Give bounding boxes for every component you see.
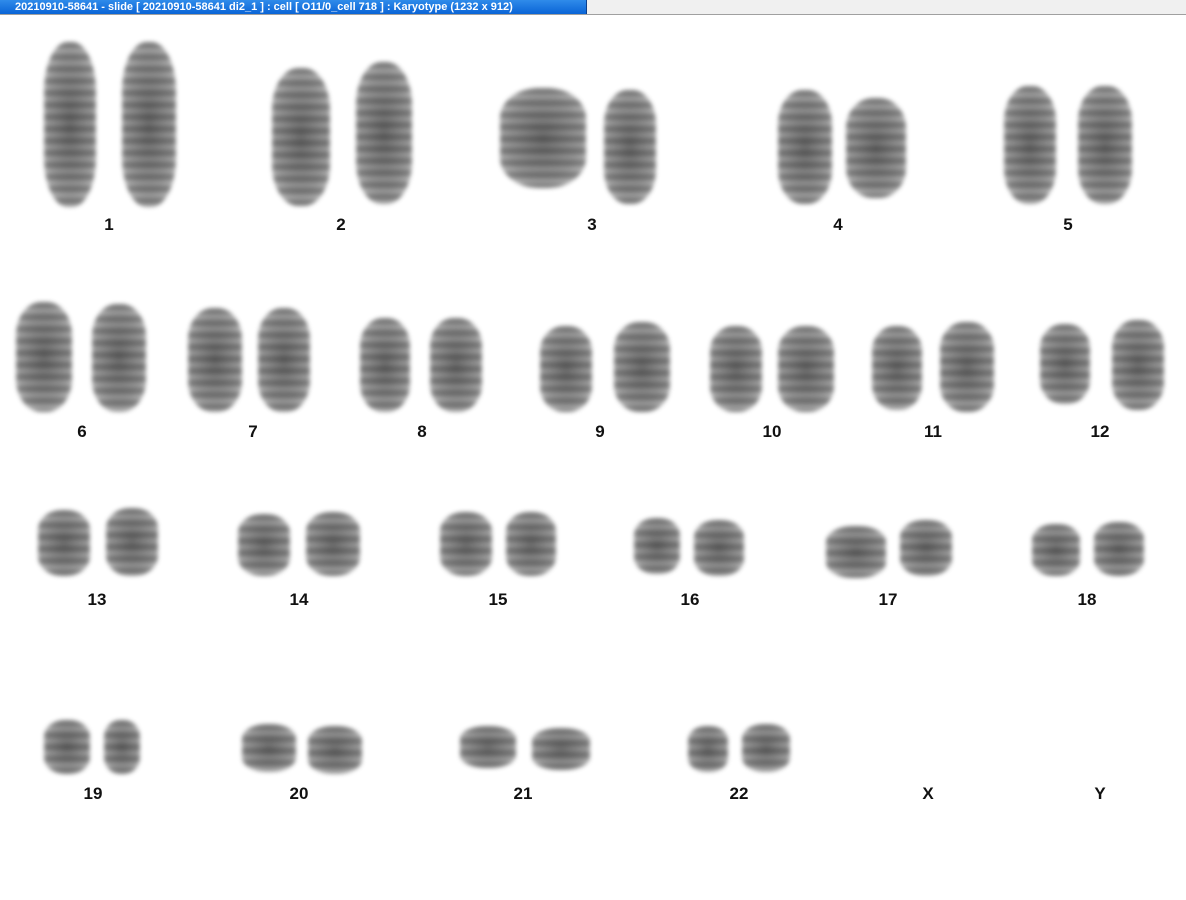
chromosome-18b[interactable]: [1094, 522, 1144, 576]
chromosome-label-3: 3: [587, 215, 597, 234]
chromosome-7a[interactable]: [188, 308, 242, 412]
chromosome-6b[interactable]: [92, 304, 146, 412]
chromosome-label-8: 8: [417, 422, 427, 441]
chromosome-8b[interactable]: [430, 318, 482, 412]
window-title[interactable]: 20210910-58641 - slide [ 20210910-58641 …: [0, 0, 587, 14]
chromosome-4a[interactable]: [778, 90, 832, 204]
chromosome-12b[interactable]: [1112, 320, 1164, 410]
chromosome-13b[interactable]: [106, 508, 158, 576]
chromosome-6a[interactable]: [16, 302, 72, 412]
chromosome-label-13: 13: [87, 590, 107, 609]
chromosome-14a[interactable]: [238, 514, 290, 576]
chromosome-label-12: 12: [1090, 422, 1110, 441]
chromosome-19b[interactable]: [104, 720, 140, 774]
chromosome-7b[interactable]: [258, 308, 310, 412]
chromosome-9b[interactable]: [614, 322, 670, 412]
chromosome-15b[interactable]: [506, 512, 556, 576]
chromosome-21b[interactable]: [532, 728, 590, 770]
chromosome-label-11: 11: [924, 422, 942, 441]
chromosome-9a[interactable]: [540, 326, 592, 412]
chromosome-15a[interactable]: [440, 512, 492, 576]
chromosome-label-y: Y: [1094, 784, 1106, 803]
chromosome-label-4: 4: [833, 215, 843, 234]
chromosome-10b[interactable]: [778, 326, 834, 412]
chromosome-label-x: X: [922, 784, 934, 803]
chromosome-5b[interactable]: [1078, 86, 1132, 204]
chromosome-13a[interactable]: [38, 510, 90, 576]
chromosome-11b[interactable]: [940, 322, 994, 412]
chromosome-19a[interactable]: [44, 720, 90, 774]
chromosome-4b[interactable]: [846, 98, 906, 198]
chromosome-5a[interactable]: [1004, 86, 1056, 204]
chromosome-label-21: 21: [513, 784, 533, 803]
chromosome-22b[interactable]: [742, 724, 790, 772]
chromosome-21a[interactable]: [460, 726, 516, 768]
chromosome-label-7: 7: [248, 422, 258, 441]
chromosome-14b[interactable]: [306, 512, 360, 576]
chromosome-1a[interactable]: [44, 42, 96, 207]
karyotype-panel: 1 2 3 4 5 6 7 8 9 10 11 12 13 14 15 16 1…: [0, 16, 1186, 900]
chromosome-1b[interactable]: [122, 42, 176, 207]
chromosome-label-14: 14: [289, 590, 309, 609]
chromosome-17a[interactable]: [826, 526, 886, 578]
chromosome-label-9: 9: [595, 422, 605, 441]
chromosome-10a[interactable]: [710, 326, 762, 412]
chromosome-11a[interactable]: [872, 326, 922, 410]
chromosome-12a[interactable]: [1040, 324, 1090, 404]
chromosome-3b[interactable]: [604, 90, 656, 204]
chromosome-2a[interactable]: [272, 68, 330, 206]
chromosome-2b[interactable]: [356, 62, 412, 204]
chromosome-label-5: 5: [1063, 215, 1073, 234]
chromosome-label-20: 20: [289, 784, 309, 803]
chromosome-label-1: 1: [104, 215, 114, 234]
chromosome-label-16: 16: [680, 590, 700, 609]
chromosome-20a[interactable]: [242, 724, 296, 772]
chromosome-16b[interactable]: [694, 520, 744, 576]
window-title-bar: 20210910-58641 - slide [ 20210910-58641 …: [0, 0, 1186, 15]
chromosome-18a[interactable]: [1032, 524, 1080, 576]
chromosome-label-18: 18: [1077, 590, 1097, 609]
chromosome-20b[interactable]: [308, 726, 362, 774]
chromosome-3a[interactable]: [500, 88, 586, 188]
chromosome-label-22: 22: [729, 784, 749, 803]
chromosome-label-15: 15: [488, 590, 508, 609]
chromosome-label-2: 2: [336, 215, 346, 234]
chromosome-label-6: 6: [77, 422, 87, 441]
chromosome-label-17: 17: [878, 590, 898, 609]
chromosome-label-19: 19: [83, 784, 103, 803]
chromosome-16a[interactable]: [634, 518, 680, 574]
chromosome-22a[interactable]: [688, 726, 728, 772]
chromosome-17b[interactable]: [900, 520, 952, 576]
chromosome-8a[interactable]: [360, 318, 410, 412]
chromosome-label-10: 10: [762, 422, 782, 441]
